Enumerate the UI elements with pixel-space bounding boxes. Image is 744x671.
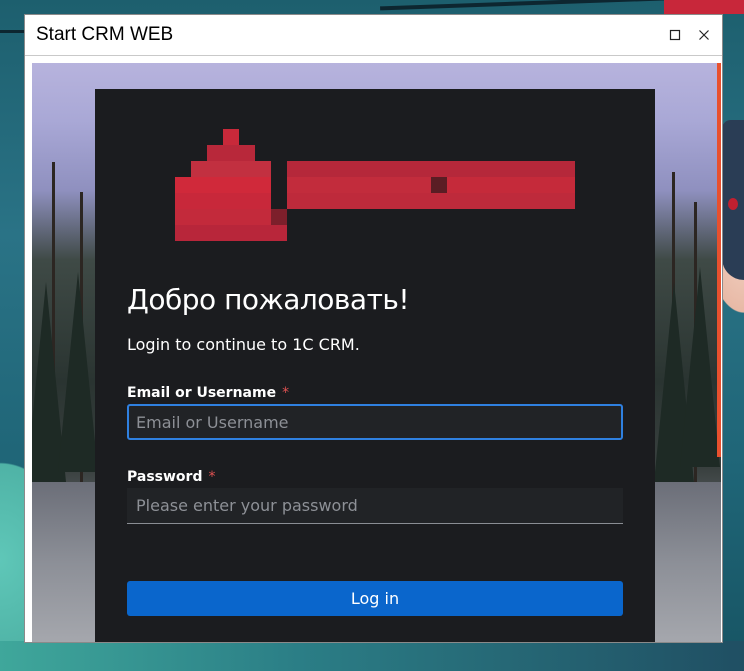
username-input[interactable] [127,404,623,440]
wallpaper-character-eye [728,198,738,210]
page-title: Добро пожаловать! [127,283,410,316]
password-label-text: Password [127,469,203,485]
close-icon [699,30,709,40]
login-button[interactable]: Log in [127,581,623,616]
brand-logo [175,129,577,241]
maximize-button[interactable] [666,26,684,44]
username-label-text: Email or Username [127,385,277,401]
tree [58,272,98,472]
close-button[interactable] [695,26,713,44]
web-view: Добро пожаловать! Login to continue to 1… [32,63,721,642]
wallpaper-bottom [0,641,744,671]
window-title: Start CRM WEB [36,24,174,45]
password-input[interactable] [127,488,623,524]
password-label: Password * [127,469,215,485]
title-bar[interactable]: Start CRM WEB [25,15,722,55]
login-subtitle: Login to continue to 1C CRM. [127,335,360,354]
wallpaper-accent [664,0,744,14]
maximize-icon [669,29,681,41]
page-scrollbar[interactable] [717,63,721,457]
required-mark: * [208,469,216,485]
username-label: Email or Username * [127,385,289,401]
app-window: Start CRM WEB Добро пожаловать! Login to… [24,14,723,643]
required-mark: * [282,385,290,401]
title-bar-divider [25,55,722,56]
login-card: Добро пожаловать! Login to continue to 1… [95,89,655,642]
tree [680,267,720,467]
